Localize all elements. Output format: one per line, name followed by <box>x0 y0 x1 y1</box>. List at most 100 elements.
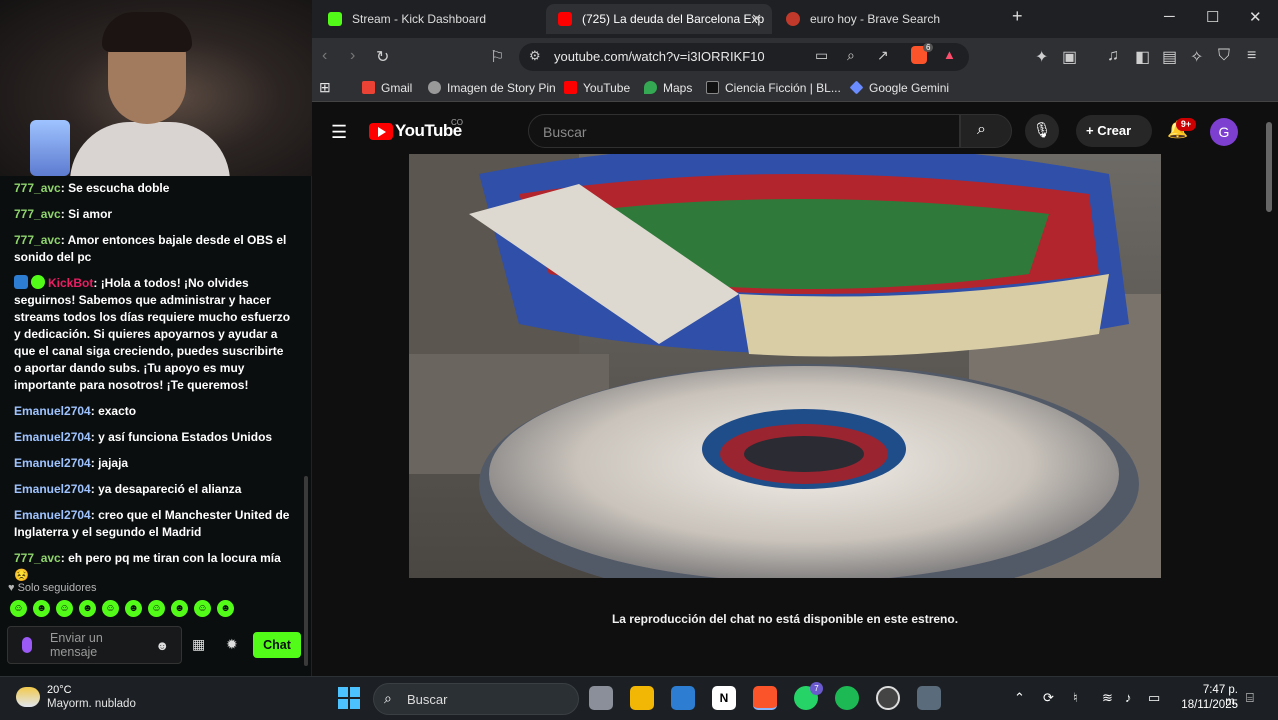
battery-icon[interactable]: ▭ <box>1148 690 1160 706</box>
chat-message: Emanuel2704: ya desapareció el alianza <box>14 481 294 498</box>
menu-icon[interactable]: ≡ <box>1247 47 1256 65</box>
wifi-icon[interactable]: ≋ <box>1102 690 1113 706</box>
emote-icon[interactable]: ☻ <box>171 600 188 617</box>
sidebar-icon[interactable]: ◧ <box>1135 47 1150 67</box>
share-icon[interactable]: ↗ <box>877 47 889 64</box>
bookmark-youtube[interactable]: YouTube <box>564 81 630 95</box>
weather-cloud-icon[interactable] <box>16 687 40 707</box>
chat-username[interactable]: 777_avc <box>14 551 61 565</box>
wallet-icon[interactable]: ▤ <box>1162 47 1177 67</box>
taskbar-search[interactable]: ⌕ Buscar <box>373 683 579 715</box>
emoji-icon[interactable]: ☻ <box>155 638 169 653</box>
emote-icon[interactable]: ☺ <box>10 600 27 617</box>
bookmark-gmail[interactable]: Gmail <box>362 81 412 95</box>
vpn-icon[interactable]: ⛉ <box>1218 47 1230 65</box>
calculator-icon[interactable] <box>917 686 941 710</box>
chat-separator: : <box>93 276 101 290</box>
forward-icon[interactable]: › <box>350 47 355 65</box>
chat-username[interactable]: 777_avc <box>14 207 61 221</box>
clock-date[interactable]: 18/11/2025 <box>1178 699 1238 711</box>
spotify-icon[interactable] <box>835 686 859 710</box>
create-button[interactable]: + Crear <box>1076 115 1152 147</box>
notifications-icon[interactable]: ⌸ <box>1246 690 1254 706</box>
store-icon[interactable]: ▦ <box>192 636 205 653</box>
emote-icon[interactable]: ☻ <box>125 600 142 617</box>
youtube-search-button[interactable]: ⌕ <box>960 114 1012 148</box>
chat-message: 777_avc: Amor entonces bajale desde el O… <box>14 232 294 266</box>
task-view-icon[interactable] <box>589 686 613 710</box>
chat-input[interactable]: Enviar un mensaje ☻ <box>7 626 182 664</box>
address-bar[interactable]: ⚙ youtube.com/watch?v=i3IORRIKF10 ▭ ⌕ ↗ … <box>519 43 969 71</box>
apps-grid-icon[interactable]: ⊞ <box>319 79 331 96</box>
bookmark-ciencia-ficcion[interactable]: Ciencia Ficción | BL... <box>706 81 841 95</box>
account-avatar[interactable]: G <box>1210 118 1238 146</box>
obs-studio-icon[interactable] <box>876 686 900 710</box>
cast-icon[interactable]: ▭ <box>815 47 828 64</box>
bookmark-story-pin[interactable]: Imagen de Story Pin <box>428 81 556 95</box>
close-window-button[interactable]: ✕ <box>1249 8 1262 26</box>
weather-description[interactable]: Mayorm. nublado <box>47 698 136 710</box>
extensions-icon[interactable]: ✦ <box>1035 47 1048 67</box>
tab-title: (725) La deuda del Barcelona Exp <box>582 12 765 26</box>
chat-separator: : <box>60 233 68 247</box>
notion-icon[interactable]: N <box>712 686 736 710</box>
reload-icon[interactable]: ↻ <box>376 47 389 67</box>
show-hidden-icons-icon[interactable]: ⌃ <box>1014 690 1025 706</box>
video-player[interactable] <box>409 154 1161 578</box>
tab-brave-search[interactable]: euro hoy - Brave Search <box>774 4 1002 34</box>
chat-username[interactable]: Emanuel2704 <box>14 430 91 444</box>
emote-icon[interactable]: ☻ <box>217 600 234 617</box>
windows-start-icon[interactable] <box>338 687 360 709</box>
notifications-badge: 9+ <box>1176 118 1196 131</box>
sync-icon[interactable]: ⟳ <box>1043 690 1054 706</box>
emote-icon[interactable]: ☺ <box>148 600 165 617</box>
reader-icon[interactable]: ▣ <box>1062 47 1077 67</box>
maximize-button[interactable]: ☐ <box>1206 8 1219 26</box>
youtube-search-input[interactable]: Buscar <box>528 114 960 148</box>
bookmark-icon[interactable]: ⚐ <box>490 47 504 67</box>
chat-username[interactable]: KickBot <box>48 276 93 290</box>
page-scrollbar[interactable] <box>1266 122 1272 212</box>
chat-username[interactable]: 777_avc <box>14 233 61 247</box>
back-icon[interactable]: ‹ <box>322 47 327 65</box>
zoom-icon[interactable]: ⌕ <box>847 47 855 64</box>
bookmark-maps[interactable]: Maps <box>644 81 692 95</box>
chat-message: 777_avc: Se escucha doble <box>14 180 294 197</box>
microphone-icon[interactable] <box>22 637 32 653</box>
weather-temperature[interactable]: 20°C <box>47 684 72 696</box>
tab-kick-dashboard[interactable]: Stream - Kick Dashboard <box>316 4 544 34</box>
gear-icon[interactable]: ✹ <box>226 636 238 653</box>
tab-youtube-video[interactable]: (725) La deuda del Barcelona Exp ✕ <box>546 4 772 34</box>
microsoft-store-icon[interactable] <box>671 686 695 710</box>
chat-send-button[interactable]: Chat <box>253 632 301 658</box>
chat-username[interactable]: 777_avc <box>14 181 61 195</box>
media-icon[interactable]: ♫ <box>1107 47 1119 65</box>
volume-icon[interactable]: ♪ <box>1125 690 1132 705</box>
site-info-icon[interactable]: ⚙ <box>529 48 541 64</box>
emote-icon[interactable]: ☺ <box>102 600 119 617</box>
hamburger-menu-icon[interactable]: ☰ <box>331 122 347 143</box>
emote-icon[interactable]: ☻ <box>79 600 96 617</box>
emote-icon[interactable]: ☻ <box>33 600 50 617</box>
emote-icon[interactable]: ☺ <box>194 600 211 617</box>
chat-username[interactable]: Emanuel2704 <box>14 456 91 470</box>
close-tab-icon[interactable]: ✕ <box>751 4 762 34</box>
search-icon: ⌕ <box>384 690 392 706</box>
chat-scrollbar[interactable] <box>304 476 308 666</box>
chat-message: Emanuel2704: y así funciona Estados Unid… <box>14 429 294 446</box>
emote-icon[interactable]: ☺ <box>56 600 73 617</box>
microphone-icon[interactable]: ♮ <box>1073 690 1078 706</box>
leo-ai-icon[interactable]: ✧ <box>1190 47 1203 67</box>
chat-username[interactable]: Emanuel2704 <box>14 482 91 496</box>
bookmark-google-gemini[interactable]: Google Gemini <box>849 80 949 95</box>
chat-username[interactable]: Emanuel2704 <box>14 508 91 522</box>
new-tab-button[interactable]: + <box>1012 6 1023 27</box>
gmail-icon <box>362 81 375 94</box>
brave-browser-icon[interactable] <box>753 686 777 710</box>
brave-rewards-icon[interactable]: ▲ <box>943 47 956 62</box>
file-explorer-icon[interactable] <box>630 686 654 710</box>
follow-only-text: Solo seguidores <box>17 582 97 594</box>
voice-search-icon[interactable]: 🎙 <box>1025 114 1059 148</box>
minimize-button[interactable]: ─ <box>1164 8 1175 25</box>
chat-username[interactable]: Emanuel2704 <box>14 404 91 418</box>
